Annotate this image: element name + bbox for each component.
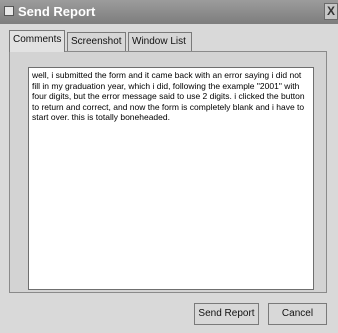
tab-comments[interactable]: Comments [9,30,65,52]
title-bar[interactable]: Send Report X [0,0,338,24]
tab-screenshot[interactable]: Screenshot [67,32,126,52]
comments-textarea[interactable]: well, i submitted the form and it came b… [28,67,314,290]
close-icon[interactable]: X [324,3,338,20]
send-report-dialog: Send Report X Comments Screenshot Window… [0,0,338,333]
send-report-button[interactable]: Send Report [194,303,259,325]
window-title: Send Report [18,4,96,19]
app-icon [4,6,14,16]
cancel-button[interactable]: Cancel [268,303,327,325]
tab-window-list[interactable]: Window List [128,32,192,52]
